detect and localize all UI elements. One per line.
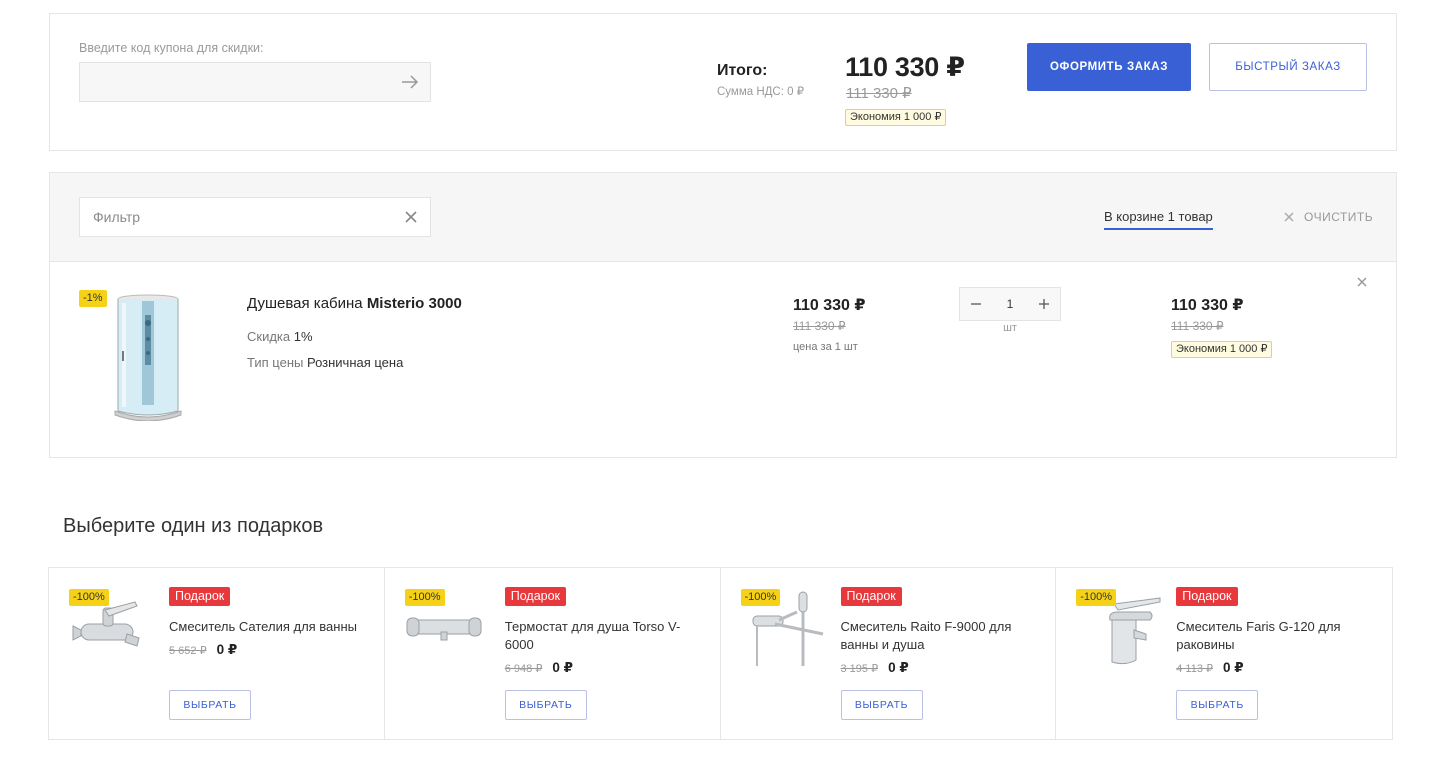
discount-tag: -100%	[1076, 589, 1117, 606]
close-icon	[1284, 212, 1294, 222]
gift-price: 0 ₽	[1223, 660, 1244, 675]
item-name-prefix: Душевая кабина	[247, 295, 363, 312]
gift-badge: Подарок	[840, 587, 902, 606]
gift-badge: Подарок	[504, 587, 567, 606]
gift-prices: 5 652 ₽ 0 ₽	[169, 642, 237, 658]
minus-icon[interactable]	[968, 296, 984, 312]
gift-old-price: 3 195 ₽	[840, 663, 879, 675]
arrow-right-icon[interactable]	[400, 72, 420, 92]
close-icon[interactable]	[404, 210, 418, 224]
cart-panel: Фильтр В корзине 1 товар ОЧИСТИТЬ -1% Ду…	[49, 172, 1397, 458]
gift-name[interactable]: Термостат для душа Torso V-6000	[505, 618, 705, 654]
select-gift-button[interactable]: ВЫБРАТЬ	[1176, 690, 1259, 720]
checkout-button[interactable]: ОФОРМИТЬ ЗАКАЗ	[1027, 43, 1191, 91]
item-discount-value: 1%	[293, 329, 313, 344]
coupon-input[interactable]	[79, 62, 431, 102]
gift-name[interactable]: Смеситель Faris G-120 для раковины	[1176, 618, 1376, 654]
coupon-label: Введите код купона для скидки:	[79, 41, 264, 55]
item-savings-badge: Экономия 1 000 ₽	[1171, 341, 1273, 358]
gift-old-price: 4 113 ₽	[1176, 663, 1214, 675]
gift-card: -100% Подарок Смеситель Faris G-120 для …	[1056, 568, 1392, 739]
select-gift-button[interactable]: ВЫБРАТЬ	[504, 690, 587, 720]
cart-count-tab[interactable]: В корзине 1 товар	[1104, 209, 1213, 230]
item-discount-label: Скидка	[247, 329, 291, 344]
gifts-grid: -100% Подарок Смеситель Сателия для ванн…	[48, 567, 1393, 740]
unit-price: 110 330 ₽	[793, 297, 866, 314]
gift-prices: 3 195 ₽ 0 ₽	[841, 660, 909, 676]
quantity-stepper: 1	[959, 287, 1061, 321]
item-discount-line: Скидка 1%	[247, 329, 313, 344]
discount-tag: -100%	[69, 589, 109, 606]
gift-prices: 4 113 ₽ 0 ₽	[1176, 660, 1243, 676]
cart-item: -1% Душевая кабина Misterio 3000 Скидка …	[50, 262, 1396, 458]
total-old-price: 111 330 ₽	[846, 85, 912, 102]
gift-badge: Подарок	[1176, 587, 1238, 606]
vat-label: Сумма НДС: 0 ₽	[717, 86, 805, 98]
cart-header: Фильтр В корзине 1 товар ОЧИСТИТЬ	[50, 173, 1396, 262]
item-price-type-label: Тип цены	[247, 355, 304, 370]
item-total-old-price: 111 330 ₽	[1171, 319, 1224, 333]
savings-badge: Экономия 1 000 ₽	[845, 109, 947, 126]
total-price: 110 330 ₽	[845, 52, 965, 82]
discount-tag: -100%	[404, 589, 445, 606]
select-gift-button[interactable]: ВЫБРАТЬ	[169, 690, 251, 720]
discount-tag: -100%	[740, 589, 781, 606]
order-summary-panel: Введите код купона для скидки: Итого: Су…	[49, 13, 1397, 151]
clear-cart-button[interactable]: ОЧИСТИТЬ	[1284, 210, 1373, 224]
clear-cart-label: ОЧИСТИТЬ	[1304, 210, 1374, 224]
discount-tag: -1%	[79, 290, 107, 307]
gifts-title: Выберите один из подарков	[63, 515, 324, 537]
gift-card: -100% Подарок Смеситель Сателия для ванн…	[49, 568, 385, 739]
total-label: Итого:	[717, 62, 768, 79]
gift-card: -100% Подарок Термостат для душа Torso V…	[385, 568, 721, 739]
gift-badge: Подарок	[169, 587, 231, 606]
gift-price: 0 ₽	[216, 642, 238, 657]
gift-price: 0 ₽	[888, 660, 909, 675]
quick-order-button[interactable]: БЫСТРЫЙ ЗАКАЗ	[1209, 43, 1367, 91]
close-icon[interactable]	[1356, 276, 1368, 288]
plus-icon[interactable]	[1036, 296, 1052, 312]
item-title[interactable]: Душевая кабина Misterio 3000	[247, 295, 462, 312]
item-name-model: Misterio 3000	[366, 295, 462, 312]
quantity-unit: шт	[1003, 322, 1017, 334]
item-price-type-value: Розничная цена	[306, 355, 404, 370]
gift-card: -100% Подарок Смеситель Raito F-9000 для…	[721, 568, 1057, 739]
gift-old-price: 5 652 ₽	[169, 645, 207, 657]
select-gift-button[interactable]: ВЫБРАТЬ	[840, 690, 923, 720]
gift-name[interactable]: Смеситель Сателия для ванны	[169, 618, 369, 636]
filter-input[interactable]: Фильтр	[79, 197, 431, 237]
filter-placeholder: Фильтр	[93, 209, 141, 225]
unit-old-price: 111 330 ₽	[793, 319, 846, 333]
gift-old-price: 6 948 ₽	[504, 663, 543, 675]
gift-price: 0 ₽	[552, 660, 573, 675]
item-price-type-line: Тип цены Розничная цена	[247, 355, 403, 370]
item-total-price: 110 330 ₽	[1171, 297, 1244, 314]
quantity-value[interactable]: 1	[1007, 297, 1014, 311]
shower-cabin-image[interactable]	[112, 293, 184, 421]
gift-prices: 6 948 ₽ 0 ₽	[505, 660, 573, 676]
gift-name[interactable]: Смеситель Raito F-9000 для ванны и душа	[841, 618, 1041, 654]
unit-price-note: цена за 1 шт	[793, 341, 858, 353]
